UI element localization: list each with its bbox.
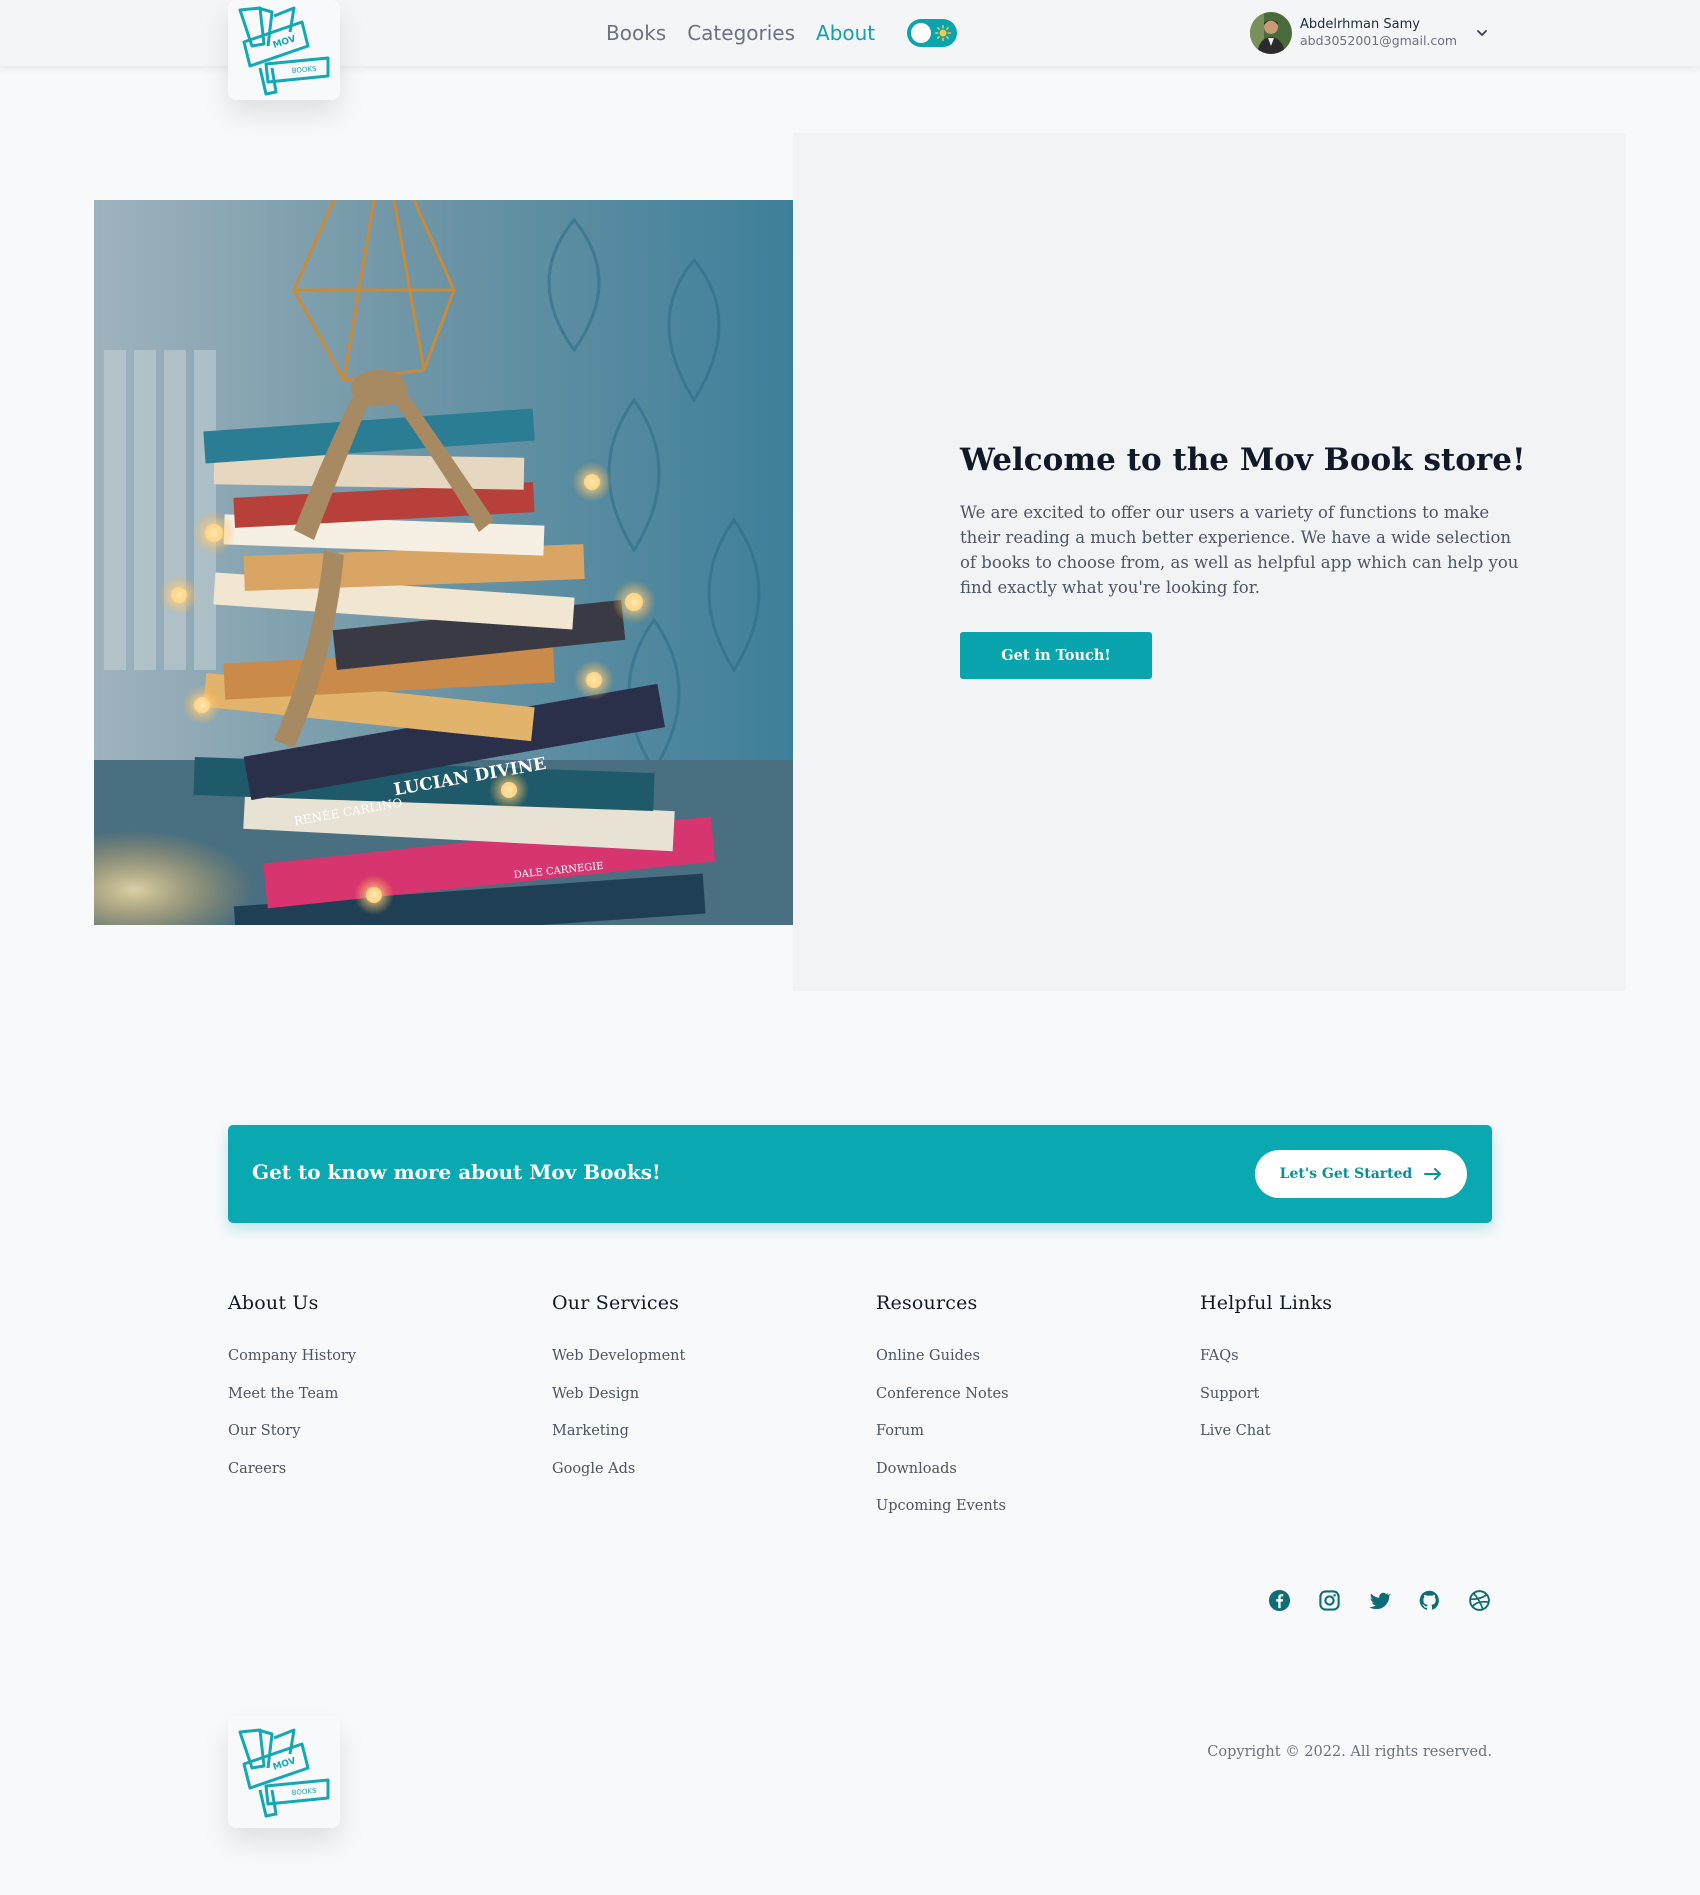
- footer-heading: About Us: [228, 1292, 319, 1314]
- footer-column-helpful-links: Helpful Links FAQs Support Live Chat: [1200, 1292, 1500, 1461]
- dribbble-icon[interactable]: [1468, 1589, 1491, 1612]
- logo-bottom-text: BOOKS: [291, 1787, 317, 1797]
- footer-column-resources: Resources Online Guides Conference Notes…: [876, 1292, 1176, 1536]
- logo-bottom-text: BOOKS: [291, 65, 317, 75]
- top-navbar: MOV BOOKS Books Categories About Abdelrh…: [0, 0, 1700, 100]
- copyright-text: Copyright © 2022. All rights reserved.: [1207, 1744, 1492, 1760]
- footer-link[interactable]: Meet the Team: [228, 1386, 528, 1424]
- footer-column-services: Our Services Web Development Web Design …: [552, 1292, 852, 1498]
- nav-link-categories[interactable]: Categories: [687, 21, 795, 45]
- chevron-down-icon[interactable]: [1475, 26, 1489, 40]
- lets-get-started-button[interactable]: Let's Get Started: [1255, 1150, 1467, 1198]
- avatar: [1250, 12, 1292, 54]
- cta-banner: Get to know more about Mov Books! Let's …: [228, 1125, 1492, 1223]
- instagram-icon[interactable]: [1318, 1589, 1341, 1612]
- hero-image: LUCIAN DIVINE RENÉE CARLINO DALE CARNEGI…: [94, 200, 793, 925]
- footer-link[interactable]: Our Story: [228, 1423, 528, 1461]
- cta-title: Get to know more about Mov Books!: [252, 1160, 661, 1184]
- get-in-touch-button[interactable]: Get in Touch!: [960, 632, 1152, 679]
- hero-title: Welcome to the Mov Book store!: [960, 442, 1526, 478]
- theme-toggle[interactable]: [907, 19, 958, 47]
- footer-link[interactable]: Live Chat: [1200, 1423, 1500, 1461]
- nav-link-about[interactable]: About: [816, 21, 875, 45]
- user-menu[interactable]: Abdelrhman Samy abd3052001@gmail.com: [1250, 12, 1487, 54]
- brand-logo[interactable]: MOV BOOKS: [228, 0, 340, 100]
- footer-link[interactable]: FAQs: [1200, 1348, 1500, 1386]
- footer-link[interactable]: Careers: [228, 1461, 528, 1499]
- github-icon[interactable]: [1418, 1589, 1441, 1612]
- footer-link[interactable]: Company History: [228, 1348, 528, 1386]
- twitter-icon[interactable]: [1368, 1589, 1391, 1612]
- toggle-knob: [911, 23, 932, 43]
- footer-brand-logo[interactable]: MOV BOOKS: [228, 1716, 340, 1828]
- footer-link[interactable]: Online Guides: [876, 1348, 1176, 1386]
- books-logo-icon: MOV BOOKS: [238, 6, 330, 96]
- nav-link-books[interactable]: Books: [606, 21, 666, 45]
- facebook-icon[interactable]: [1268, 1589, 1291, 1612]
- footer-link[interactable]: Marketing: [552, 1423, 852, 1461]
- footer-heading: Resources: [876, 1292, 978, 1314]
- social-links: [1268, 1589, 1491, 1612]
- footer-link[interactable]: Conference Notes: [876, 1386, 1176, 1424]
- footer-link[interactable]: Support: [1200, 1386, 1500, 1424]
- user-info: Abdelrhman Samy abd3052001@gmail.com: [1300, 17, 1457, 49]
- logo-top-text: MOV: [272, 34, 297, 51]
- user-email: abd3052001@gmail.com: [1300, 33, 1458, 48]
- arrow-right-icon: [1424, 1168, 1442, 1180]
- hero-description: We are excited to offer our users a vari…: [960, 503, 1519, 597]
- main-nav: Books Categories About: [606, 18, 958, 48]
- footer-link[interactable]: Forum: [876, 1423, 1176, 1461]
- cta-button-label: Let's Get Started: [1279, 1166, 1413, 1182]
- footer-heading: Our Services: [552, 1292, 680, 1314]
- user-name: Abdelrhman Samy: [1300, 17, 1420, 32]
- books-logo-icon: MOV BOOKS: [238, 1728, 330, 1818]
- footer-link[interactable]: Web Development: [552, 1348, 852, 1386]
- footer-link[interactable]: Web Design: [552, 1386, 852, 1424]
- footer-heading: Helpful Links: [1200, 1292, 1333, 1314]
- logo-top-text: MOV: [272, 1756, 297, 1773]
- footer-column-about: About Us Company History Meet the Team O…: [228, 1292, 528, 1498]
- footer-link[interactable]: Google Ads: [552, 1461, 852, 1499]
- sun-icon: [935, 25, 952, 41]
- footer-link[interactable]: Upcoming Events: [876, 1498, 1176, 1536]
- footer-link[interactable]: Downloads: [876, 1461, 1176, 1499]
